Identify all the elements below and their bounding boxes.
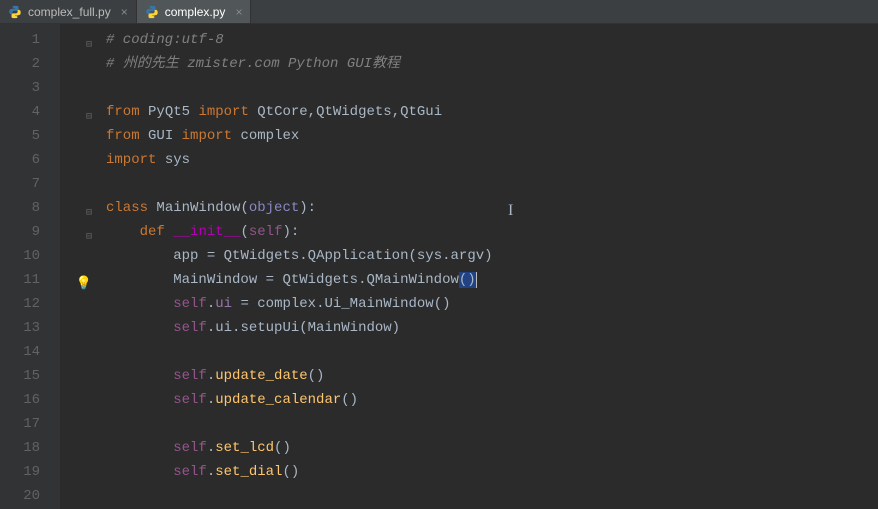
line-number: 7 [0,172,60,196]
code-editor[interactable]: # coding:utf-8 # 州的先生 zmister.com Python… [60,24,878,509]
code-line: from GUI import complex [106,124,878,148]
code-line: self.ui.setupUi(MainWindow) [106,316,878,340]
code-line: self.ui = complex.Ui_MainWindow() [106,292,878,316]
line-number: 8 [0,196,60,220]
line-number: 18 [0,436,60,460]
close-icon[interactable]: × [121,5,128,19]
line-number: 17 [0,412,60,436]
code-line: import sys [106,148,878,172]
code-line: def __init__(self): [106,220,878,244]
python-icon [8,5,22,19]
line-number: 16 [0,388,60,412]
line-number: 6 [0,148,60,172]
code-line: # coding:utf-8 [106,28,878,52]
line-number: 15 [0,364,60,388]
code-line [106,172,878,196]
code-line: app = QtWidgets.QApplication(sys.argv) [106,244,878,268]
line-number: 1 [0,28,60,52]
code-line [106,76,878,100]
code-line: self.set_dial() [106,460,878,484]
code-line [106,412,878,436]
code-line: # 州的先生 zmister.com Python GUI教程 [106,52,878,76]
line-number: 19 [0,460,60,484]
code-line: from PyQt5 import QtCore,QtWidgets,QtGui [106,100,878,124]
close-icon[interactable]: × [235,5,242,19]
line-number: 13 [0,316,60,340]
code-line [106,484,878,508]
code-line: self.set_lcd() [106,436,878,460]
line-number: 14 [0,340,60,364]
text-cursor-icon: I [508,202,513,220]
editor-area: 1 2 3 4 5 6 7 8 9 10 11 12 13 14 15 16 1… [0,24,878,509]
tab-label: complex.py [165,5,226,19]
line-number: 9 [0,220,60,244]
line-number: 20 [0,484,60,508]
line-number: 12 [0,292,60,316]
code-line: class MainWindow(object): [106,196,878,220]
line-number-gutter: 1 2 3 4 5 6 7 8 9 10 11 12 13 14 15 16 1… [0,24,60,509]
line-number: 2 [0,52,60,76]
code-line: MainWindow = QtWidgets.QMainWindow() [106,268,878,292]
tab-bar: complex_full.py × complex.py × [0,0,878,24]
tab-complex[interactable]: complex.py × [137,0,252,23]
line-number: 10 [0,244,60,268]
line-number: 5 [0,124,60,148]
tab-label: complex_full.py [28,5,111,19]
line-number: 4 [0,100,60,124]
code-line: self.update_calendar() [106,388,878,412]
code-line: self.update_date() [106,364,878,388]
code-line [106,340,878,364]
line-number: 11 [0,268,60,292]
line-number: 3 [0,76,60,100]
tab-complex-full[interactable]: complex_full.py × [0,0,137,23]
python-icon [145,5,159,19]
